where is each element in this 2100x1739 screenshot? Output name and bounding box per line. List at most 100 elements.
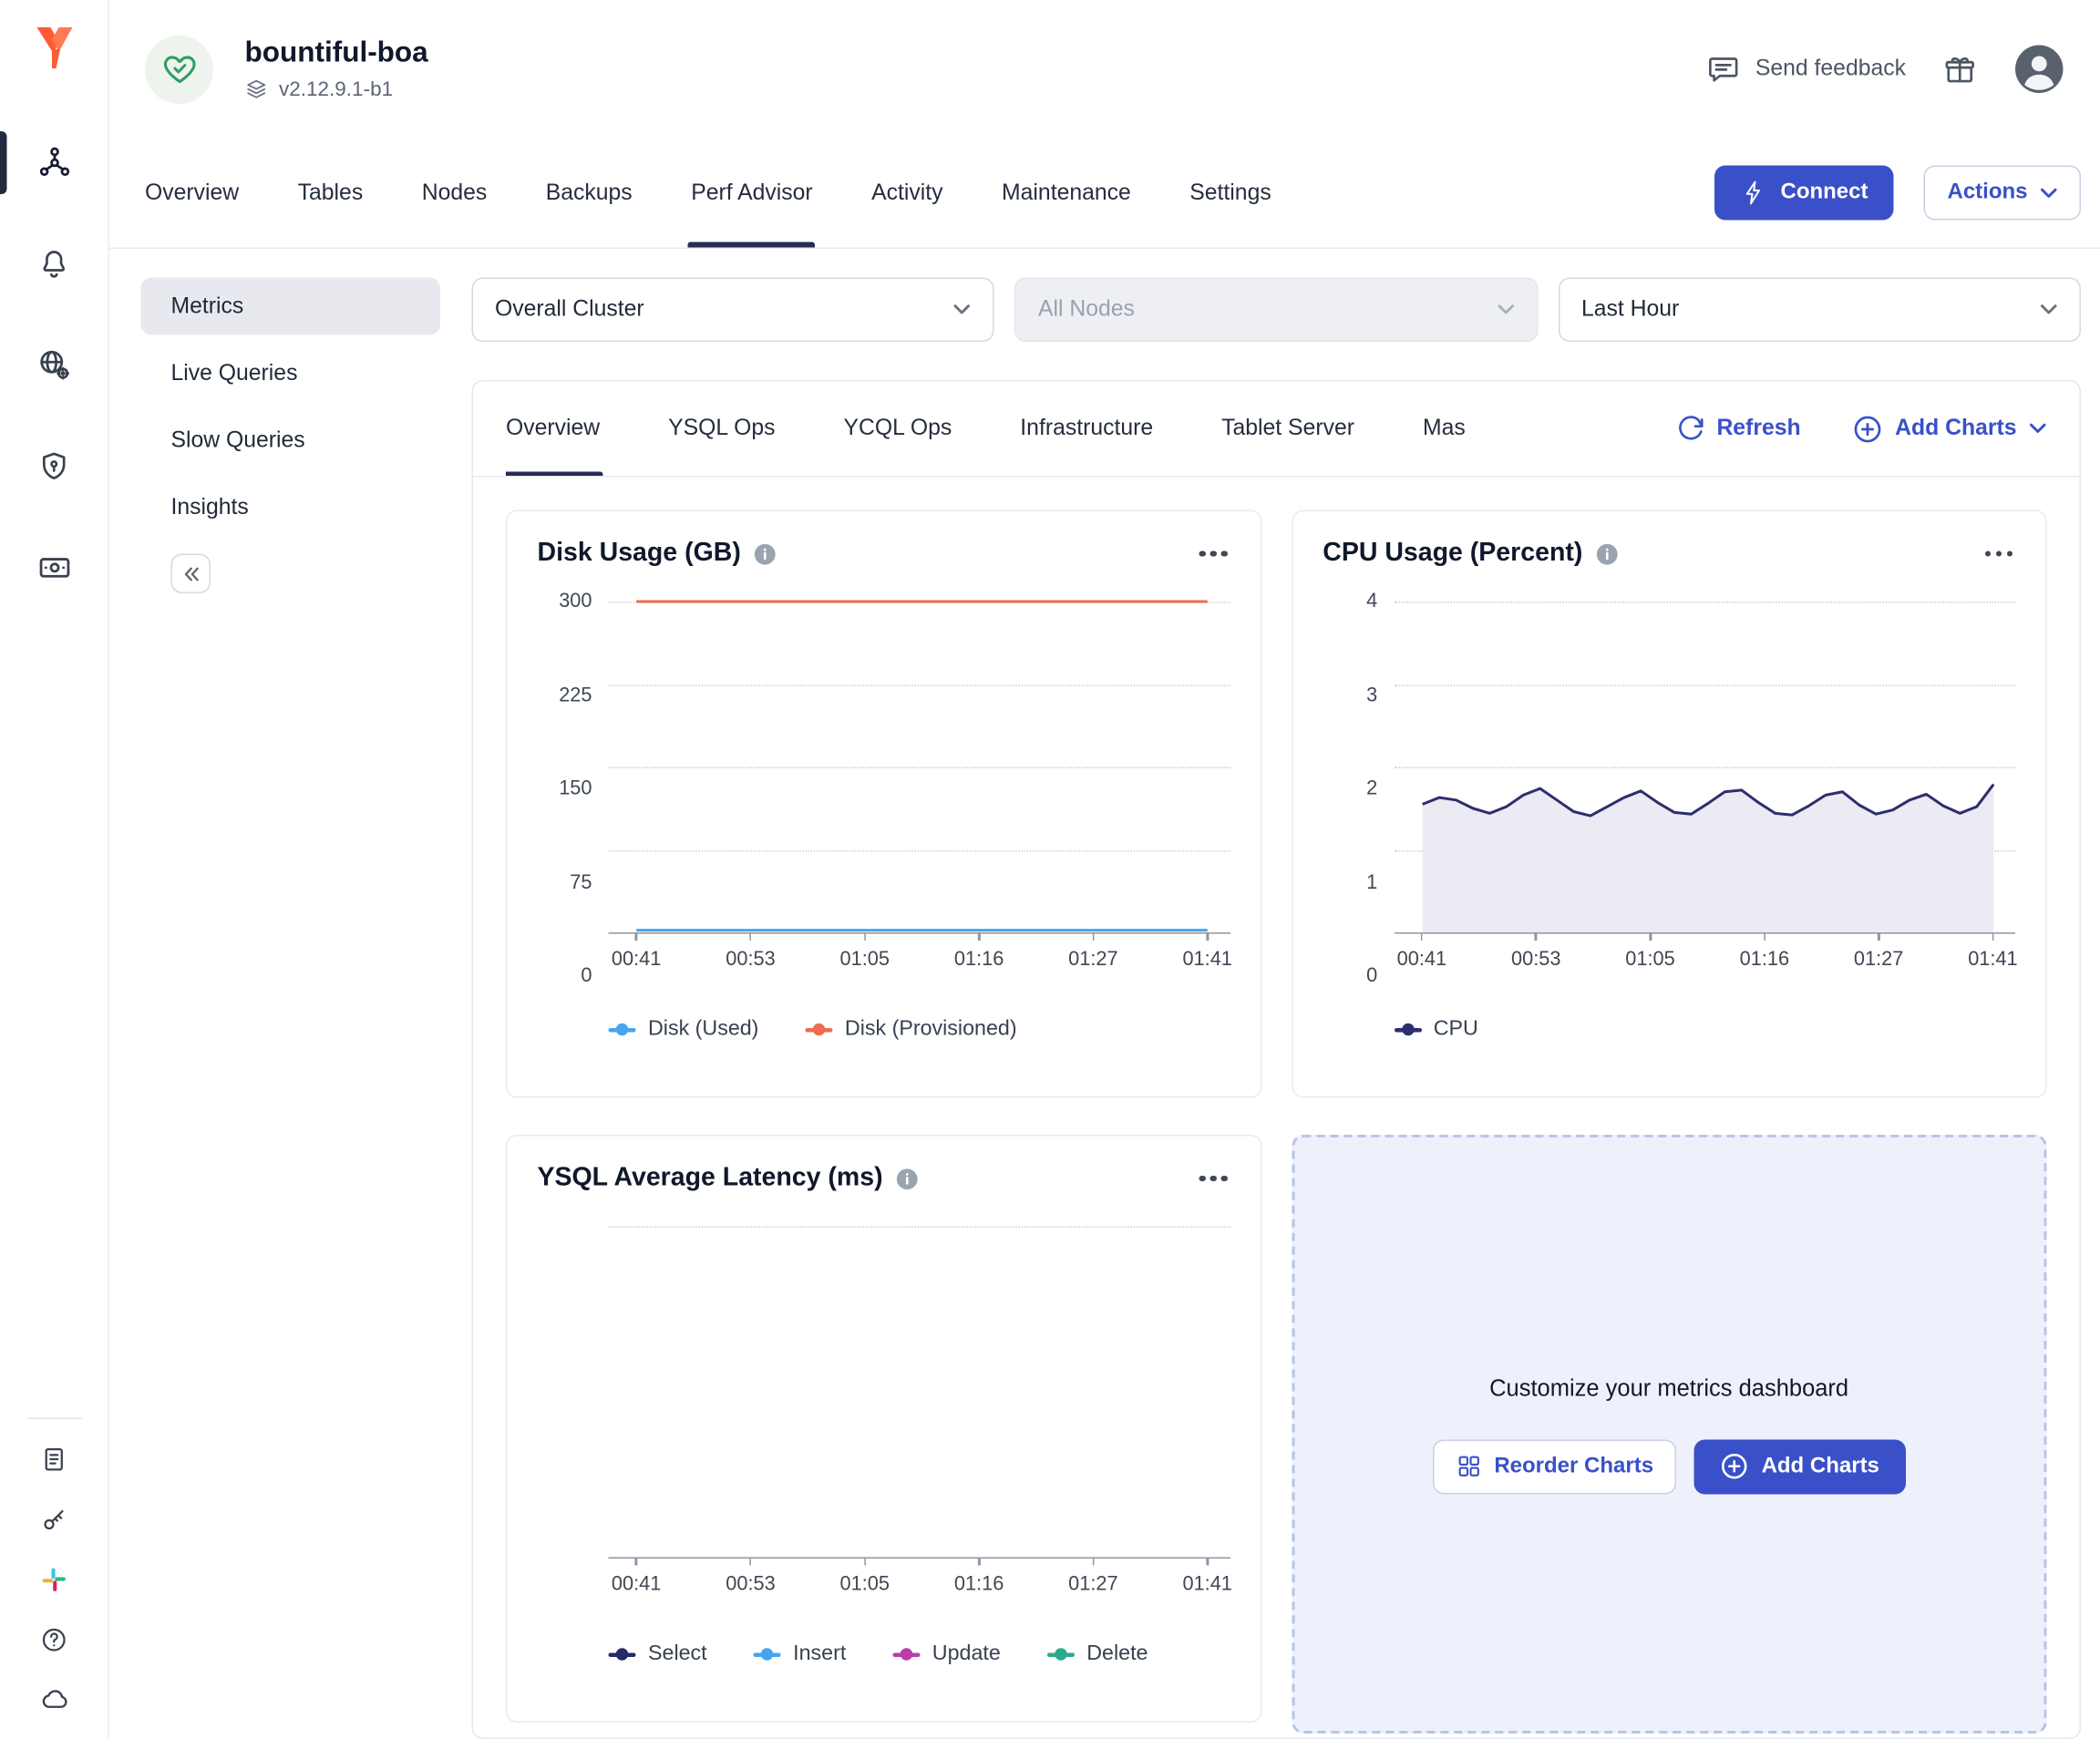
left-icon-rail (0, 0, 109, 1739)
chart-legend: CPU (1394, 1017, 2015, 1042)
x-axis-line (1394, 932, 2015, 934)
slack-icon (40, 1565, 69, 1594)
x-tick (1649, 932, 1651, 941)
sidebar-item-slow-queries[interactable]: Slow Queries (141, 412, 441, 469)
connect-button[interactable]: Connect (1714, 166, 1894, 221)
tab-backups[interactable]: Backups (546, 139, 633, 248)
tab-perf-advisor[interactable]: Perf Advisor (691, 139, 812, 248)
tab-activity[interactable]: Activity (871, 139, 942, 248)
rail-item-api-keys[interactable] (26, 1504, 81, 1534)
y-tick-label: 3 (1366, 684, 1377, 706)
actions-button[interactable]: Actions (1924, 166, 2081, 221)
x-tick (1092, 1558, 1094, 1566)
cluster-network-icon (36, 145, 72, 180)
rail-item-help[interactable] (26, 1624, 81, 1654)
rail-item-network-access[interactable] (0, 334, 108, 396)
info-icon[interactable] (1595, 542, 1619, 566)
legend-item-insert[interactable]: Insert (754, 1642, 847, 1667)
refresh-button[interactable]: Refresh (1675, 415, 1800, 444)
cluster-health-icon (145, 35, 213, 103)
chart-menu-button[interactable] (1982, 544, 2015, 564)
tab-overview[interactable]: Overview (145, 139, 239, 248)
sidebar-item-insights[interactable]: Insights (141, 478, 441, 536)
sidebar-item-live-queries[interactable]: Live Queries (141, 345, 441, 402)
perf-advisor-sidebar-items: Metrics Live Queries Slow Queries Insights (141, 278, 441, 537)
chart-card-cpu-usage: CPU Usage (Percent) 01234 00:4 (1292, 510, 2047, 1098)
tab-nodes[interactable]: Nodes (422, 139, 488, 248)
legend-item-cpu[interactable]: CPU (1394, 1017, 1478, 1042)
metrics-filters: Overall Cluster All Nodes Last Hour (472, 278, 2082, 343)
info-icon[interactable] (753, 542, 777, 566)
document-icon (40, 1445, 69, 1474)
legend-item-update[interactable]: Update (892, 1642, 1000, 1667)
connect-label: Connect (1780, 180, 1868, 205)
legend-marker (805, 1027, 832, 1032)
bell-icon (37, 247, 72, 282)
x-tick-label: 01:05 (840, 1574, 890, 1596)
customize-dashboard-tile: Customize your metrics dashboard Reorder… (1292, 1135, 2047, 1734)
body-row: MetricsLive QueriesSlow QueriesInsights … (109, 249, 2100, 1739)
cluster-title-block: bountiful-boa v2.12.9.1-b1 (245, 37, 428, 102)
gift-icon (1943, 52, 1978, 87)
legend-item-disk-provisioned[interactable]: Disk (Provisioned) (805, 1017, 1016, 1042)
chart-menu-button[interactable] (1197, 1168, 1230, 1188)
customize-dashboard-title: Customize your metrics dashboard (1489, 1374, 1848, 1402)
chart-plot-area (609, 602, 1230, 932)
add-charts-button[interactable]: Add Charts (1853, 414, 2047, 444)
metrics-tab-infrastructure[interactable]: Infrastructure (1020, 382, 1153, 477)
x-tick (635, 932, 637, 941)
rail-item-cloud-status[interactable] (26, 1684, 81, 1714)
send-feedback-button[interactable]: Send feedback (1706, 52, 1906, 87)
cluster-scope-select[interactable]: Overall Cluster (472, 278, 994, 343)
legend-label: Update (932, 1642, 1001, 1667)
user-avatar[interactable] (2014, 44, 2065, 95)
y-axis (538, 1227, 609, 1601)
tab-tables[interactable]: Tables (298, 139, 364, 248)
rail-item-billing[interactable] (0, 536, 108, 599)
metrics-tab-overview[interactable]: Overview (506, 382, 600, 477)
metrics-content: Overall Cluster All Nodes Last Hour Ove (472, 249, 2100, 1739)
rail-item-docs[interactable] (26, 1444, 81, 1474)
rail-item-slack[interactable] (26, 1564, 81, 1594)
legend-item-delete[interactable]: Delete (1047, 1642, 1148, 1667)
info-icon[interactable] (895, 1167, 919, 1190)
y-tick-label: 0 (1366, 965, 1377, 987)
shield-lock-icon (37, 449, 72, 484)
y-tick-label: 0 (581, 965, 592, 987)
chevron-down-icon (2040, 187, 2058, 200)
double-chevron-left-icon (181, 565, 201, 581)
chart-legend: Disk (Used) Disk (Provisioned) (609, 1017, 1230, 1042)
heart-check-icon (160, 51, 198, 88)
x-tick-label: 01:05 (840, 949, 890, 971)
x-axis: 00:4100:5301:0501:1601:2701:41 (1394, 949, 2015, 976)
plus-circle-icon (1721, 1452, 1750, 1481)
metrics-tab-mas[interactable]: Mas (1423, 382, 1466, 477)
add-charts-tile-button[interactable]: Add Charts (1694, 1439, 1905, 1494)
globe-gear-icon (36, 347, 72, 383)
rail-item-alerts[interactable] (0, 232, 108, 295)
time-range-value: Last Hour (1581, 297, 1679, 324)
x-tick (1878, 932, 1879, 941)
metrics-tabs: Overview YSQL Ops YCQL Ops Infrastructure Ta… (506, 382, 1534, 477)
metrics-tab-ycql-ops[interactable]: YCQL Ops (844, 382, 952, 477)
collapse-sidebar-button[interactable] (171, 554, 211, 594)
rail-item-security[interactable] (0, 435, 108, 498)
metrics-tab-tablet-server[interactable]: Tablet Server (1221, 382, 1354, 477)
x-tick (1207, 1558, 1209, 1566)
x-tick-label: 00:53 (726, 949, 775, 971)
tab-settings[interactable]: Settings (1189, 139, 1271, 248)
chevron-down-icon (953, 304, 972, 316)
cluster-header: bountiful-boa v2.12.9.1-b1 Send feedback (109, 0, 2100, 139)
chart-menu-button[interactable] (1197, 544, 1230, 564)
time-range-select[interactable]: Last Hour (1558, 278, 2080, 343)
yugabyte-logo-icon[interactable] (26, 19, 83, 77)
legend-marker (754, 1652, 781, 1657)
sidebar-item-metrics[interactable]: Metrics (141, 278, 441, 335)
reorder-charts-button[interactable]: Reorder Charts (1433, 1439, 1677, 1494)
gift-button[interactable] (1943, 52, 1978, 87)
legend-item-disk-used[interactable]: Disk (Used) (609, 1017, 759, 1042)
metrics-tab-ysql-ops[interactable]: YSQL Ops (668, 382, 775, 477)
legend-item-select[interactable]: Select (609, 1642, 707, 1667)
rail-item-clusters[interactable] (0, 131, 108, 194)
tab-maintenance[interactable]: Maintenance (1002, 139, 1131, 248)
